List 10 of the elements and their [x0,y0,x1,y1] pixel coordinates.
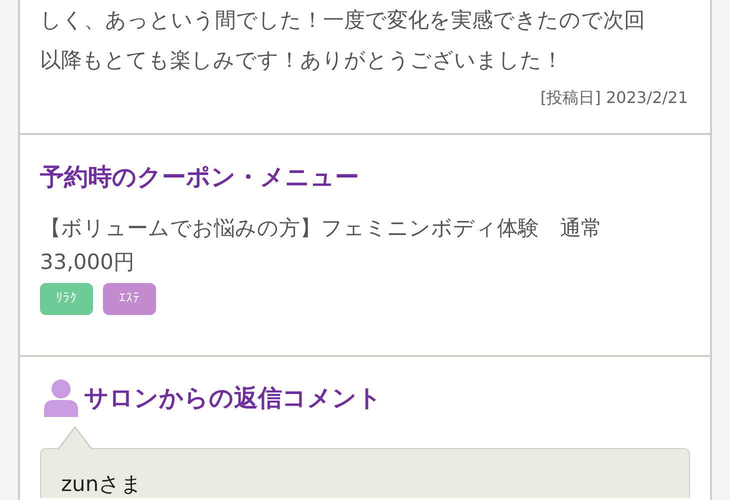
section-title: 予約時のクーポン・メニュー [40,162,360,193]
reply-text: zunさま [61,471,144,498]
menu-text: 【ボリュームでお悩みの方】フェミニンボディ体験 通常 33,000円 [40,215,603,276]
tag: ﾘﾗｸ [40,283,93,315]
section-title: サロンからの返信コメント [84,383,382,414]
tag: ｴｽﾃ [103,283,156,315]
post-date: [投稿日] 2023/2/21 [540,87,688,109]
review-text: 以降もとても楽しみです！ありがとうございました！ [40,47,564,74]
review-text: しく、あっという間でした！一度で変化を実感できたので次回 [40,7,646,34]
person-icon [44,379,78,417]
